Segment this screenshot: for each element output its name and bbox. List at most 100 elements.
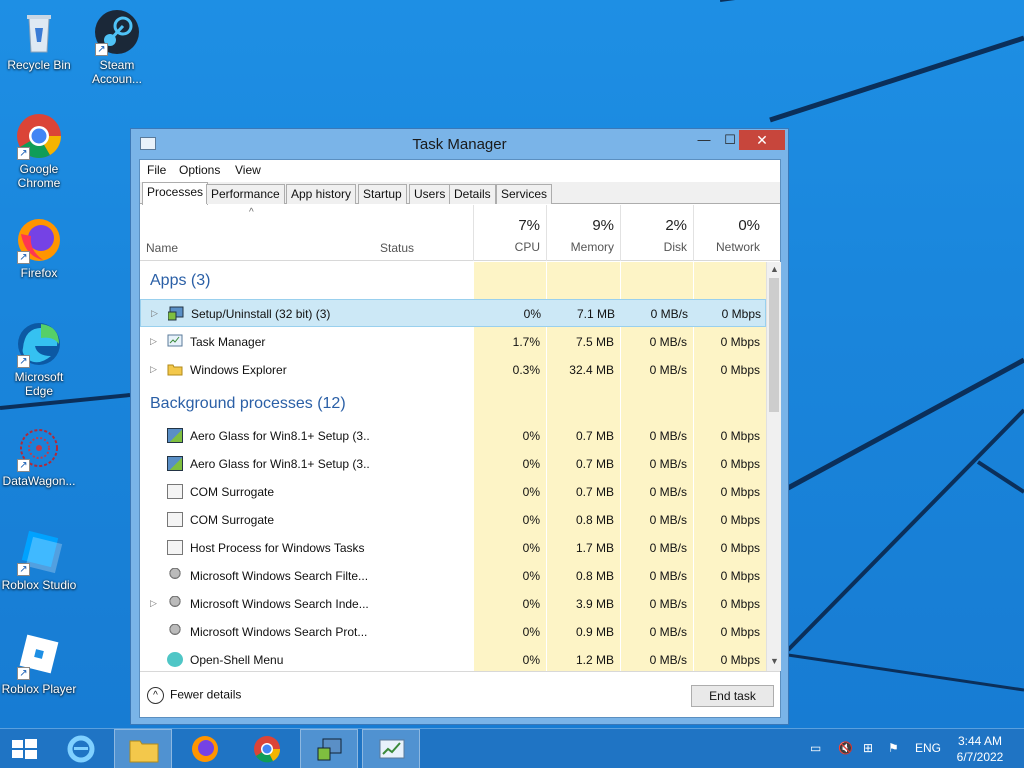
tab-performance[interactable]: Performance <box>206 184 285 204</box>
taskbar-task-manager[interactable] <box>362 729 420 768</box>
process-disk: 0 MB/s <box>649 513 687 527</box>
tab-app-history[interactable]: App history <box>286 184 357 204</box>
action-center-icon[interactable]: ▭ <box>810 741 821 755</box>
fewer-details-label: Fewer details <box>170 687 242 702</box>
table-row[interactable]: ▷ Windows Explorer 0.3% 32.4 MB 0 MB/s 0… <box>140 356 766 384</box>
expand-arrow-icon[interactable]: ▷ <box>151 308 158 319</box>
shortcut-arrow-icon: ↗ <box>17 667 30 680</box>
process-disk: 0 MB/s <box>649 597 687 611</box>
taskbar-file-explorer[interactable] <box>114 729 172 768</box>
taskbar-ie[interactable] <box>52 729 110 768</box>
tab-services[interactable]: Services <box>496 184 553 204</box>
table-row[interactable]: Microsoft Windows Search Prot... 0% 0.9 MB… <box>140 618 766 646</box>
expand-arrow-icon[interactable]: ▷ <box>150 336 157 347</box>
desktop-icon-label: Google Chrome <box>17 162 61 190</box>
taskbar-firefox[interactable] <box>176 729 234 768</box>
tab-processes[interactable]: Processes <box>142 182 209 205</box>
tab-users[interactable]: Users <box>409 184 451 204</box>
desktop-icon-roblox-studio[interactable]: ↗ Roblox Studio <box>1 528 77 592</box>
com-surrogate-icon <box>167 512 183 527</box>
shortcut-arrow-icon: ↗ <box>17 459 30 472</box>
process-list[interactable]: Apps (3) ▷ Setup/Uninstall (32 bit) (3) … <box>140 262 766 671</box>
column-memory[interactable]: 9% Memory <box>547 205 620 261</box>
minimize-button[interactable]: — <box>691 130 717 150</box>
menu-view[interactable]: View <box>235 163 261 177</box>
fewer-details-button[interactable]: ^ Fewer details <box>147 687 241 704</box>
volume-muted-icon[interactable]: 🔇 <box>838 741 853 755</box>
table-row[interactable]: ▷ Task Manager 1.7% 7.5 MB 0 MB/s 0 Mbps <box>140 328 766 356</box>
table-row[interactable]: Microsoft Windows Search Filte... 0% 0.8 M… <box>140 562 766 590</box>
desktop-icon-datawagon[interactable]: ↗ DataWagon... <box>1 424 77 488</box>
process-memory: 0.8 MB <box>575 569 614 583</box>
taskbar-setup[interactable] <box>300 729 358 768</box>
desktop-icon-chrome[interactable]: ↗ Google Chrome <box>1 112 77 190</box>
process-name: Microsoft Windows Search Prot... <box>190 625 368 639</box>
end-task-button[interactable]: End task <box>691 685 774 707</box>
process-network: 0 Mbps <box>720 335 760 349</box>
table-row[interactable]: Aero Glass for Win8.1+ Setup (3... 0% 0.7 … <box>140 450 766 478</box>
window-title: Task Manager <box>412 136 507 153</box>
menu-file[interactable]: File <box>147 163 166 177</box>
desktop-icon-steam[interactable]: ↗ Steam Accoun... <box>79 8 155 86</box>
expand-arrow-icon[interactable]: ▷ <box>150 364 157 375</box>
table-row[interactable]: Open-Shell Menu 0% 1.2 MB 0 MB/s 0 Mbps <box>140 646 766 671</box>
column-disk[interactable]: 2% Disk <box>621 205 693 261</box>
desktop-icon-edge[interactable]: ↗ Microsoft Edge <box>1 320 77 398</box>
process-memory: 1.7 MB <box>575 541 614 555</box>
process-network: 0 Mbps <box>720 457 760 471</box>
start-button[interactable] <box>0 729 48 768</box>
process-network: 0 Mbps <box>720 429 760 443</box>
process-network: 0 Mbps <box>720 653 760 667</box>
tab-startup[interactable]: Startup <box>358 184 407 204</box>
file-explorer-icon <box>129 740 159 763</box>
network-icon[interactable]: ⊞ <box>863 741 873 755</box>
desktop-icon-recycle-bin[interactable]: Recycle Bin <box>1 8 77 72</box>
task-manager-window[interactable]: Task Manager — ☐ ✕ File Options View Pro… <box>130 128 789 725</box>
chevron-up-icon: ^ <box>147 687 164 704</box>
desktop-icon-roblox-player[interactable]: ↗ Roblox Player <box>1 632 77 696</box>
shortcut-arrow-icon: ↗ <box>17 147 30 160</box>
table-row[interactable]: ▷ Microsoft Windows Search Inde... 0% 3.9 M… <box>140 590 766 618</box>
scroll-down-icon[interactable]: ▼ <box>770 656 779 666</box>
table-row[interactable]: Host Process for Windows Tasks 0% 1.7 MB 0 … <box>140 534 766 562</box>
shortcut-arrow-icon: ↗ <box>95 43 108 56</box>
title-bar[interactable]: Task Manager — ☐ ✕ <box>131 129 788 159</box>
process-memory: 0.7 MB <box>575 485 614 499</box>
edge-icon: ↗ <box>15 320 63 368</box>
scroll-up-icon[interactable]: ▲ <box>770 264 779 274</box>
table-row[interactable]: COM Surrogate 0% 0.8 MB 0 MB/s 0 Mbps <box>140 506 766 534</box>
desktop-icon-firefox[interactable]: ↗ Firefox <box>1 216 77 280</box>
table-row[interactable]: Aero Glass for Win8.1+ Setup (3... 0% 0.7 … <box>140 422 766 450</box>
taskbar-chrome[interactable] <box>238 729 296 768</box>
column-network[interactable]: 0% Network <box>694 205 766 261</box>
memory-total: 9% <box>592 217 614 234</box>
cpu-label: CPU <box>514 240 540 254</box>
menu-options[interactable]: Options <box>179 163 220 177</box>
close-button[interactable]: ✕ <box>739 130 785 150</box>
process-cpu: 0% <box>522 429 540 443</box>
column-name[interactable]: Name <box>146 241 178 255</box>
windows-logo-icon <box>12 739 37 759</box>
roblox-studio-icon: ↗ <box>15 528 63 576</box>
process-cpu: 0.3% <box>512 363 540 377</box>
column-cpu[interactable]: 7% CPU <box>474 205 546 261</box>
table-row[interactable]: ▷ Setup/Uninstall (32 bit) (3) 0% 7.1 MB… <box>140 299 766 327</box>
tab-details[interactable]: Details <box>449 184 496 204</box>
process-network: 0 Mbps <box>721 307 761 321</box>
process-name: COM Surrogate <box>190 513 275 527</box>
column-status[interactable]: Status <box>380 241 414 255</box>
expand-arrow-icon[interactable]: ▷ <box>150 598 157 609</box>
scroll-thumb[interactable] <box>769 278 779 412</box>
clock[interactable]: 3:44 AM 6/7/2022 <box>950 733 1010 765</box>
flag-icon[interactable]: ⚑ <box>888 741 899 755</box>
vertical-scrollbar[interactable]: ▲ ▼ <box>766 262 781 671</box>
table-row[interactable]: COM Surrogate 0% 0.7 MB 0 MB/s 0 Mbps <box>140 478 766 506</box>
network-total: 0% <box>738 217 760 234</box>
process-name: Aero Glass for Win8.1+ Setup (3... <box>190 457 370 471</box>
desktop-icon-label: DataWagon... <box>2 474 76 488</box>
process-disk: 0 MB/s <box>649 485 687 499</box>
language-indicator[interactable]: ENG <box>915 741 941 755</box>
recycle-bin-icon <box>15 8 63 56</box>
process-name: Aero Glass for Win8.1+ Setup (3... <box>190 429 370 443</box>
shortcut-arrow-icon: ↗ <box>17 563 30 576</box>
